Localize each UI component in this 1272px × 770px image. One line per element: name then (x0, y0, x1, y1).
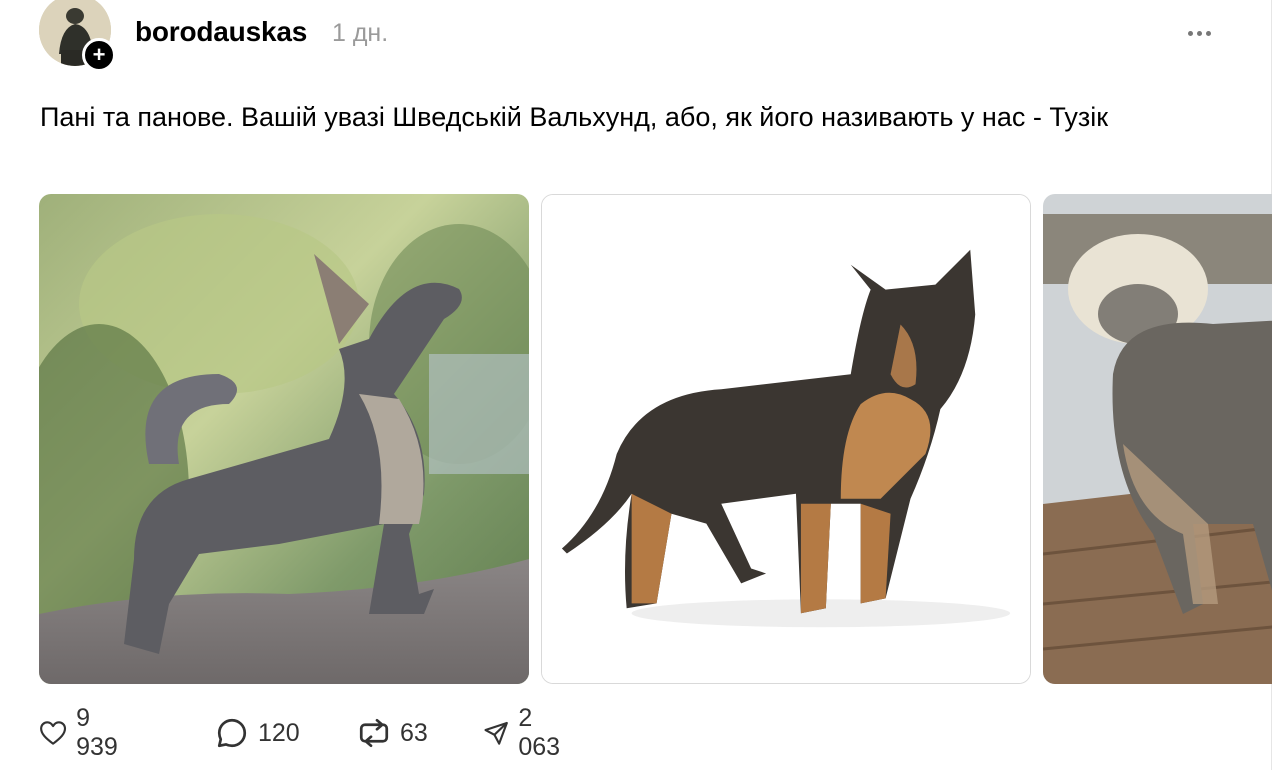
image-gallery[interactable] (0, 194, 1272, 684)
timestamp[interactable]: 1 дн. (332, 19, 388, 48)
avatar-container[interactable]: + (38, 0, 118, 72)
heart-icon (40, 721, 67, 745)
post-text: Пані та панове. Вашій увазі Шведській Ва… (40, 102, 1109, 132)
gallery-image-1[interactable] (39, 194, 529, 684)
repost-icon (359, 718, 389, 748)
repost-count: 63 (400, 718, 428, 747)
comment-icon (217, 718, 247, 748)
share-count: 2 063 (518, 704, 561, 761)
share-icon (484, 721, 508, 745)
repost-button[interactable]: 63 (356, 713, 428, 753)
comment-count: 120 (258, 718, 300, 747)
plus-icon: + (92, 42, 106, 67)
like-button[interactable]: 9 939 (38, 704, 126, 761)
follow-badge[interactable]: + (82, 38, 116, 72)
comment-button[interactable]: 120 (214, 713, 300, 753)
gallery-image-3[interactable] (1043, 194, 1272, 684)
like-count: 9 939 (76, 704, 118, 761)
more-icon[interactable] (1182, 18, 1216, 48)
post-card: + borodauskas 1 дн. Пані та панове. Ваші… (0, 0, 1272, 770)
username[interactable]: borodauskas (135, 16, 307, 48)
share-button[interactable]: 2 063 (482, 704, 568, 761)
gallery-image-2[interactable] (541, 194, 1031, 684)
